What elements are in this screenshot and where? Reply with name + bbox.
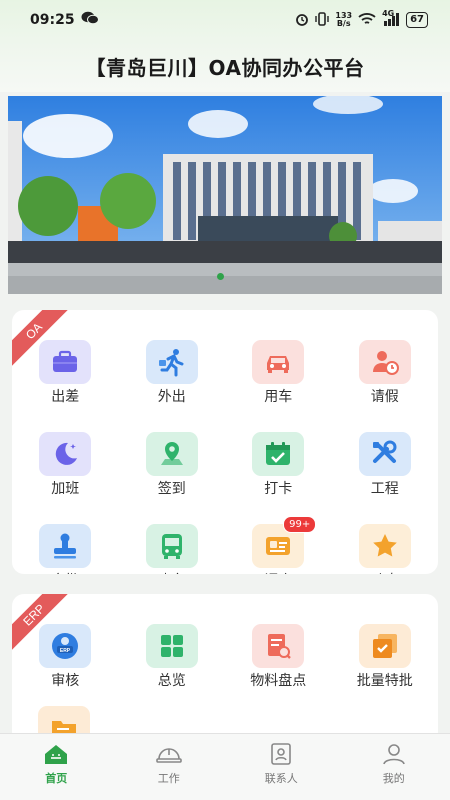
oa-item-news[interactable]: 动态 bbox=[332, 524, 439, 574]
status-bar: 09:25 133 B/s 4G 67 bbox=[0, 0, 450, 40]
oa-item-label: 用车 bbox=[264, 389, 293, 405]
erp-item-inventory[interactable]: 物料盘点 bbox=[225, 624, 332, 690]
oa-item-label: 调度 bbox=[264, 573, 292, 574]
user-clock-icon bbox=[358, 340, 411, 384]
oa-item-label: 打卡 bbox=[264, 481, 293, 497]
oa-item-label: 审批 bbox=[51, 573, 79, 574]
erp-section: ERP ERP 审核 总览 物料盘点 批量特批 bbox=[12, 594, 438, 744]
briefcase-icon bbox=[39, 340, 92, 384]
erp-item-batch-approve[interactable]: 批量特批 bbox=[332, 624, 439, 690]
status-time: 09:25 bbox=[30, 12, 75, 28]
map-pin-icon bbox=[145, 432, 198, 476]
erp-grid: ERP 审核 总览 物料盘点 批量特批 bbox=[12, 624, 438, 690]
stamp-icon bbox=[39, 524, 92, 568]
dispatch-badge: 99+ bbox=[283, 516, 317, 533]
wechat-icon bbox=[81, 11, 99, 29]
oa-item-label: 工程 bbox=[370, 481, 399, 497]
oa-item-leave[interactable]: 请假 bbox=[332, 340, 439, 406]
oa-item-label: 动态 bbox=[371, 573, 399, 574]
home-icon bbox=[45, 745, 68, 764]
svg-text:ERP: ERP bbox=[60, 648, 71, 654]
oa-item-approval[interactable]: 审批 bbox=[12, 524, 119, 574]
nav-profile-label: 我的 bbox=[382, 772, 405, 785]
erp-item-label: 总览 bbox=[157, 673, 186, 689]
oa-item-dispatch[interactable]: 99+ 调度 bbox=[225, 516, 332, 574]
oa-item-label: 请假 bbox=[370, 389, 399, 405]
id-card-icon: 99+ bbox=[252, 516, 317, 568]
erp-item-label: 物料盘点 bbox=[250, 673, 307, 689]
oa-item-vehicle[interactable]: 用车 bbox=[225, 340, 332, 406]
oa-item-shuttle-bus[interactable]: 班车 bbox=[119, 524, 226, 574]
nav-profile[interactable]: 我的 bbox=[354, 742, 434, 786]
banner-image bbox=[8, 96, 442, 294]
battery-indicator: 67 bbox=[406, 12, 428, 28]
inventory-icon bbox=[252, 624, 305, 668]
contacts-icon bbox=[271, 743, 292, 765]
running-icon bbox=[145, 340, 198, 384]
bus-icon bbox=[145, 524, 198, 568]
carousel-indicator[interactable] bbox=[217, 273, 224, 280]
nav-contacts-label: 联系人 bbox=[264, 772, 298, 785]
oa-section: OA 出差 外出 用车 请假 加班 签到 打卡 工程 99+ bbox=[12, 310, 438, 574]
star-icon bbox=[358, 524, 411, 568]
oa-item-engineering[interactable]: 工程 bbox=[332, 432, 439, 498]
erp-item-label: 批量特批 bbox=[356, 673, 413, 689]
oa-item-sign-in[interactable]: 签到 bbox=[119, 432, 226, 498]
nav-home[interactable]: 首页 bbox=[16, 742, 96, 786]
helmet-icon bbox=[155, 748, 182, 763]
oa-item-label: 出差 bbox=[51, 389, 80, 405]
car-icon bbox=[252, 340, 305, 384]
erp-item-label: 审核 bbox=[51, 673, 80, 689]
banner-carousel[interactable] bbox=[8, 96, 442, 294]
oa-item-overtime[interactable]: 加班 bbox=[12, 432, 119, 498]
bottom-nav: 首页 工作 联系人 我的 bbox=[0, 733, 450, 800]
oa-grid: 出差 外出 用车 请假 加班 签到 打卡 工程 99+ bbox=[12, 340, 438, 574]
oa-item-label: 加班 bbox=[51, 481, 80, 497]
network-type: 4G bbox=[382, 8, 395, 18]
alarm-icon bbox=[295, 12, 309, 29]
nav-work-label: 工作 bbox=[157, 772, 180, 785]
oa-item-label: 班车 bbox=[158, 573, 186, 574]
page-title: 【青岛巨川】OA协同办公平台 bbox=[85, 55, 365, 80]
wifi-icon bbox=[358, 12, 376, 29]
user-icon bbox=[382, 744, 405, 765]
nav-work[interactable]: 工作 bbox=[129, 742, 209, 786]
net-speed-unit: B/s bbox=[336, 19, 351, 28]
oa-item-label: 签到 bbox=[157, 481, 186, 497]
tools-icon bbox=[358, 432, 411, 476]
nav-home-label: 首页 bbox=[45, 772, 68, 785]
batch-approve-icon bbox=[358, 624, 411, 668]
oa-item-label: 外出 bbox=[157, 389, 186, 405]
oa-item-business-trip[interactable]: 出差 bbox=[12, 340, 119, 406]
moon-icon bbox=[39, 432, 92, 476]
erp-user-icon: ERP bbox=[39, 624, 92, 668]
oa-item-clock-in[interactable]: 打卡 bbox=[225, 432, 332, 498]
calendar-check-icon bbox=[252, 432, 305, 476]
app-header: 【青岛巨川】OA协同办公平台 bbox=[0, 40, 450, 92]
grid-icon bbox=[145, 624, 198, 668]
vibrate-icon bbox=[315, 11, 330, 29]
oa-item-go-out[interactable]: 外出 bbox=[119, 340, 226, 406]
erp-item-review[interactable]: ERP 审核 bbox=[12, 624, 119, 690]
nav-contacts[interactable]: 联系人 bbox=[241, 742, 321, 786]
erp-item-overview[interactable]: 总览 bbox=[119, 624, 226, 690]
